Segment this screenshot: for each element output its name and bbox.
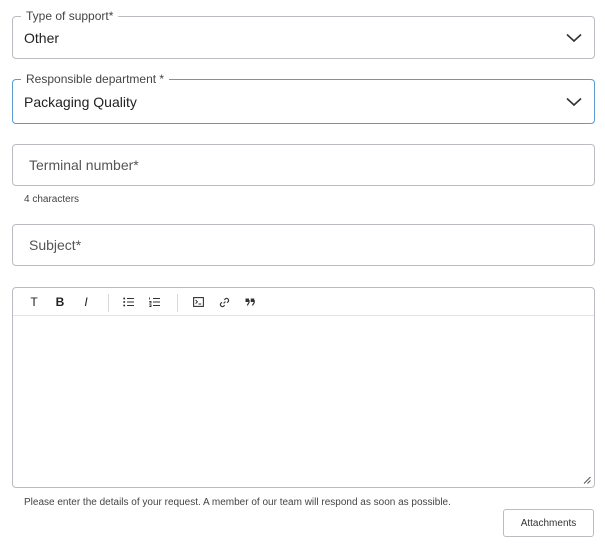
editor-text-area[interactable] xyxy=(13,316,594,487)
bullet-list-icon[interactable] xyxy=(118,288,138,316)
toolbar-divider xyxy=(108,294,109,312)
numbered-list-icon[interactable] xyxy=(144,288,164,316)
toolbar-divider xyxy=(177,294,178,312)
chevron-down-icon xyxy=(566,33,582,42)
resize-handle-icon[interactable] xyxy=(583,476,591,484)
bold-icon[interactable]: B xyxy=(50,288,70,316)
terminal-number-helper: 4 characters xyxy=(24,194,80,205)
details-editor: T B I xyxy=(12,287,595,488)
support-type-label: Type of support* xyxy=(21,8,119,24)
editor-toolbar: T B I xyxy=(13,288,594,316)
support-type-value: Other xyxy=(24,29,60,46)
terminal-number-placeholder: Terminal number* xyxy=(29,157,139,173)
chevron-down-icon xyxy=(566,97,582,106)
quote-icon[interactable] xyxy=(240,288,260,316)
department-value: Packaging Quality xyxy=(24,93,137,110)
attachments-button[interactable]: Attachments xyxy=(503,509,594,537)
department-select[interactable]: Responsible department * Packaging Quali… xyxy=(12,71,595,124)
support-type-select[interactable]: Type of support* Other xyxy=(12,8,595,59)
editor-helper-text: Please enter the details of your request… xyxy=(24,497,451,508)
code-block-icon[interactable] xyxy=(188,288,208,316)
department-label: Responsible department * xyxy=(21,71,170,87)
terminal-number-input[interactable]: Terminal number* xyxy=(12,144,595,186)
subject-placeholder: Subject* xyxy=(29,237,82,253)
subject-input[interactable]: Subject* xyxy=(12,224,595,266)
text-style-icon[interactable]: T xyxy=(24,288,44,316)
link-icon[interactable] xyxy=(214,288,234,316)
italic-icon[interactable]: I xyxy=(76,288,96,316)
